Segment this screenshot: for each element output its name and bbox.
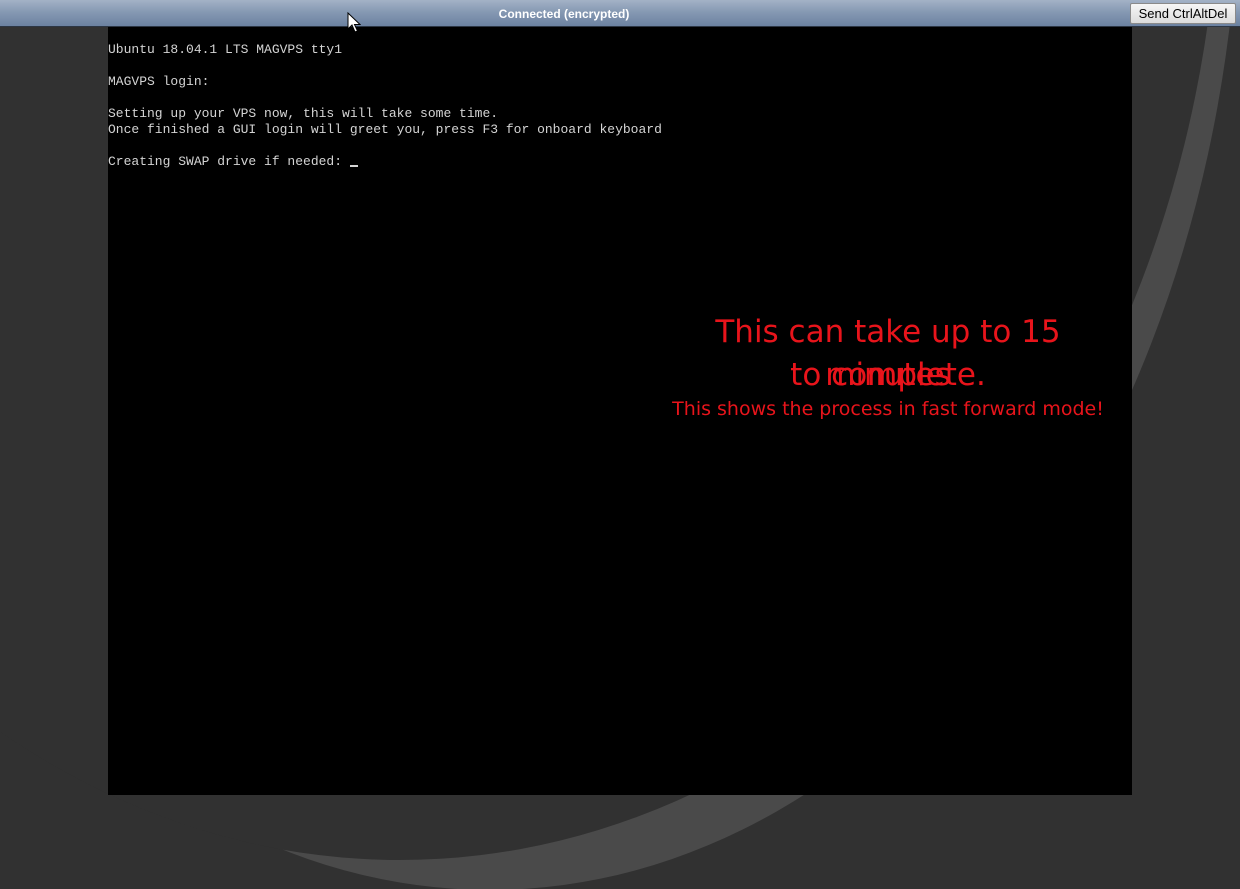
connection-status: Connected (encrypted) <box>498 7 630 21</box>
terminal-line-setup: Setting up your VPS now, this will take … <box>108 106 499 121</box>
terminal-cursor <box>350 165 359 167</box>
vnc-viewer: Connected (encrypted) Send CtrlAltDel Ub… <box>0 0 1240 889</box>
status-bar: Connected (encrypted) Send CtrlAltDel <box>0 0 1240 27</box>
overlay-heading-line2: to complete. <box>790 357 986 393</box>
send-ctrl-alt-del-button[interactable]: Send CtrlAltDel <box>1130 3 1236 24</box>
remote-screen[interactable]: Ubuntu 18.04.1 LTS MAGVPS tty1 MAGVPS lo… <box>108 27 1132 795</box>
overlay-subtext: This shows the process in fast forward m… <box>672 398 1104 420</box>
mouse-pointer-icon <box>347 12 361 33</box>
terminal-line-gui: Once finished a GUI login will greet you… <box>108 122 662 137</box>
terminal-line-os: Ubuntu 18.04.1 LTS MAGVPS tty1 <box>108 42 343 57</box>
terminal-line-swap: Creating SWAP drive if needed: <box>108 154 359 170</box>
terminal-line-swap-text: Creating SWAP drive if needed: <box>108 154 343 169</box>
terminal-line-login: MAGVPS login: <box>108 74 210 89</box>
